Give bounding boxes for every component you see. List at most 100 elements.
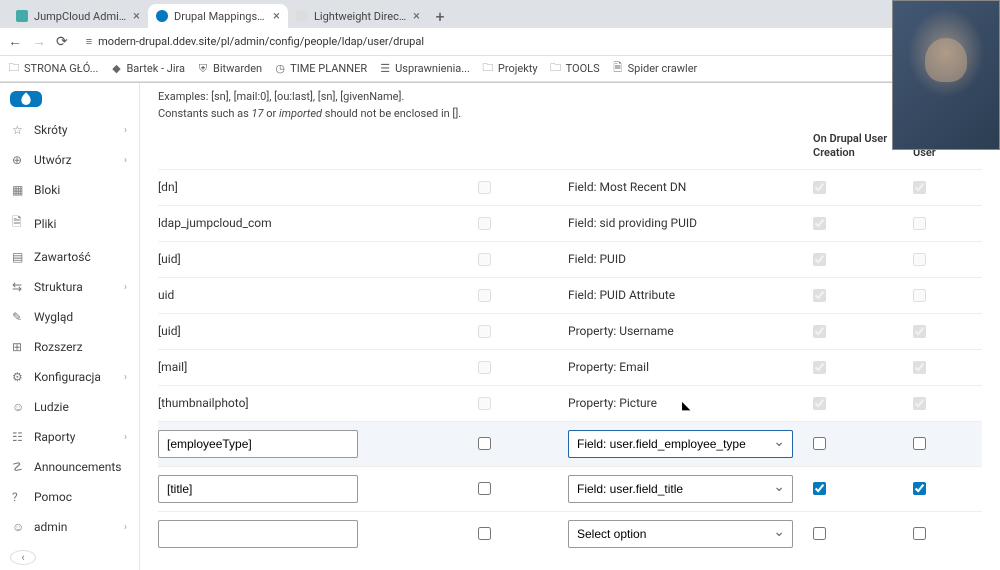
convert-checkbox[interactable] — [478, 217, 491, 230]
close-icon[interactable]: × — [413, 9, 420, 24]
drupal-icon — [18, 91, 34, 107]
sidebar-item-blocks[interactable]: ▦Bloki — [0, 175, 139, 205]
source-cell: [thumbnailphoto] — [158, 396, 478, 410]
sync-checkbox[interactable] — [913, 397, 926, 410]
tab-drupal[interactable]: Drupal Mappings | Drus × — [148, 4, 288, 28]
sync-checkbox[interactable] — [913, 527, 926, 540]
chevron-right-icon: › — [124, 522, 127, 533]
sync-checkbox[interactable] — [913, 437, 926, 450]
target-select[interactable]: Select option — [568, 520, 793, 548]
sync-checkbox[interactable] — [913, 181, 926, 194]
target-select[interactable]: Field: user.field_title — [568, 475, 793, 503]
sync-checkbox[interactable] — [913, 325, 926, 338]
url-field[interactable]: ≡ modern-drupal.ddev.site/pl/admin/confi… — [78, 35, 894, 48]
bookmark-item[interactable]: 🗀Projekty — [482, 62, 538, 75]
table-row: [mail] Property: Email — [158, 349, 982, 385]
sidebar-item-people[interactable]: ☺Ludzie — [0, 392, 139, 422]
tab-ldap[interactable]: Lightweight Directory A × — [288, 4, 428, 28]
sync-checkbox[interactable] — [913, 482, 926, 495]
source-input[interactable] — [158, 430, 358, 458]
creation-checkbox[interactable] — [813, 482, 826, 495]
creation-checkbox[interactable] — [813, 325, 826, 338]
new-tab-button[interactable]: + — [428, 4, 452, 28]
creation-checkbox[interactable] — [813, 253, 826, 266]
back-button[interactable]: ← — [8, 33, 22, 50]
url-text: modern-drupal.ddev.site/pl/admin/config/… — [98, 35, 424, 48]
sidebar-item-help[interactable]: ?Pomoc — [0, 482, 139, 512]
convert-checkbox[interactable] — [478, 325, 491, 338]
favicon-jc — [16, 10, 28, 22]
sidebar-item-content[interactable]: ▤Zawartość — [0, 242, 139, 272]
convert-checkbox[interactable] — [478, 482, 491, 495]
target-select[interactable]: Field: user.field_employee_type — [568, 430, 793, 458]
convert-checkbox[interactable] — [478, 397, 491, 410]
drupal-logo[interactable] — [10, 91, 42, 107]
gear-icon: ⚙ — [12, 370, 26, 384]
creation-checkbox[interactable] — [813, 217, 826, 230]
address-bar: ← → ⟳ ≡ modern-drupal.ddev.site/pl/admin… — [0, 28, 1000, 56]
creation-checkbox[interactable] — [813, 437, 826, 450]
reload-button[interactable]: ⟳ — [56, 34, 68, 50]
target-cell: Property: Email — [568, 360, 813, 374]
source-cell: ldap_jumpcloud_com — [158, 216, 478, 230]
sidebar-item-config[interactable]: ⚙Konfiguracja› — [0, 362, 139, 392]
creation-checkbox[interactable] — [813, 397, 826, 410]
main-content: Examples: [sn], [mail:0], [ou:last], [sn… — [140, 83, 1000, 570]
star-icon: ☆ — [12, 123, 26, 137]
mapping-table: On Drupal User Creation On Sync to Drupa… — [158, 132, 982, 556]
sync-checkbox[interactable] — [913, 289, 926, 302]
sidebar-item-files[interactable]: 🗎Pliki — [0, 205, 139, 242]
sidebar-item-create[interactable]: ⊕Utwórz› — [0, 145, 139, 175]
sidebar-item-admin[interactable]: ☺admin› — [0, 512, 139, 542]
target-cell: Field: Most Recent DN — [568, 180, 813, 194]
source-input[interactable] — [158, 475, 358, 503]
table-row: [uid] Field: PUID — [158, 241, 982, 277]
table-row: Select option — [158, 511, 982, 556]
forward-button[interactable]: → — [32, 33, 46, 50]
convert-checkbox[interactable] — [478, 527, 491, 540]
creation-checkbox[interactable] — [813, 361, 826, 374]
bookmark-item[interactable]: 🗎Spider crawler — [612, 62, 698, 75]
bookmarks-bar: 🗀STRONA GŁÓ... ◆Bartek - Jira ⛨Bitwarden… — [0, 56, 1000, 82]
chevron-right-icon: › — [124, 372, 127, 383]
collapse-sidebar-button[interactable]: ‹ — [10, 550, 36, 565]
structure-icon: ⇆ — [12, 280, 26, 294]
shield-icon: ⛨ — [197, 63, 209, 75]
bookmark-item[interactable]: ⛨Bitwarden — [197, 62, 262, 75]
convert-checkbox[interactable] — [478, 437, 491, 450]
source-cell: [dn] — [158, 180, 478, 194]
bookmark-item[interactable]: ◷TIME PLANNER — [274, 62, 367, 75]
convert-checkbox[interactable] — [478, 181, 491, 194]
convert-checkbox[interactable] — [478, 253, 491, 266]
sync-checkbox[interactable] — [913, 361, 926, 374]
sidebar-item-extend[interactable]: ⊞Rozszerz — [0, 332, 139, 362]
sync-checkbox[interactable] — [913, 217, 926, 230]
bookmark-item[interactable]: 🗀TOOLS — [550, 62, 600, 75]
bookmark-item[interactable]: ☰Usprawnienia... — [379, 62, 470, 75]
creation-checkbox[interactable] — [813, 181, 826, 194]
sync-checkbox[interactable] — [913, 253, 926, 266]
sidebar-item-announcements[interactable]: ☡Announcements — [0, 452, 139, 482]
sidebar-item-shortcuts[interactable]: ☆Skróty› — [0, 115, 139, 145]
sidebar-item-reports[interactable]: ☷Raporty› — [0, 422, 139, 452]
creation-checkbox[interactable] — [813, 527, 826, 540]
convert-checkbox[interactable] — [478, 289, 491, 302]
table-row: [uid] Property: Username — [158, 313, 982, 349]
tab-title: Lightweight Directory A — [314, 10, 407, 23]
close-icon[interactable]: × — [133, 9, 140, 24]
doc-icon: ☰ — [379, 63, 391, 75]
tab-jumpcloud[interactable]: JumpCloud Admin Porta × — [8, 4, 148, 28]
bookmark-item[interactable]: 🗀STRONA GŁÓ... — [8, 62, 98, 75]
source-input[interactable] — [158, 520, 358, 548]
bookmark-item[interactable]: ◆Bartek - Jira — [110, 62, 185, 75]
table-row: [dn] Field: Most Recent DN — [158, 169, 982, 205]
close-icon[interactable]: × — [273, 9, 280, 24]
table-row: ldap_jumpcloud_com Field: sid providing … — [158, 205, 982, 241]
creation-checkbox[interactable] — [813, 289, 826, 302]
convert-checkbox[interactable] — [478, 361, 491, 374]
folder-icon: 🗀 — [482, 63, 494, 75]
site-info-icon[interactable]: ≡ — [86, 35, 92, 48]
help-icon: ? — [12, 490, 26, 504]
sidebar-item-structure[interactable]: ⇆Struktura› — [0, 272, 139, 302]
sidebar-item-appearance[interactable]: ✎Wygląd — [0, 302, 139, 332]
